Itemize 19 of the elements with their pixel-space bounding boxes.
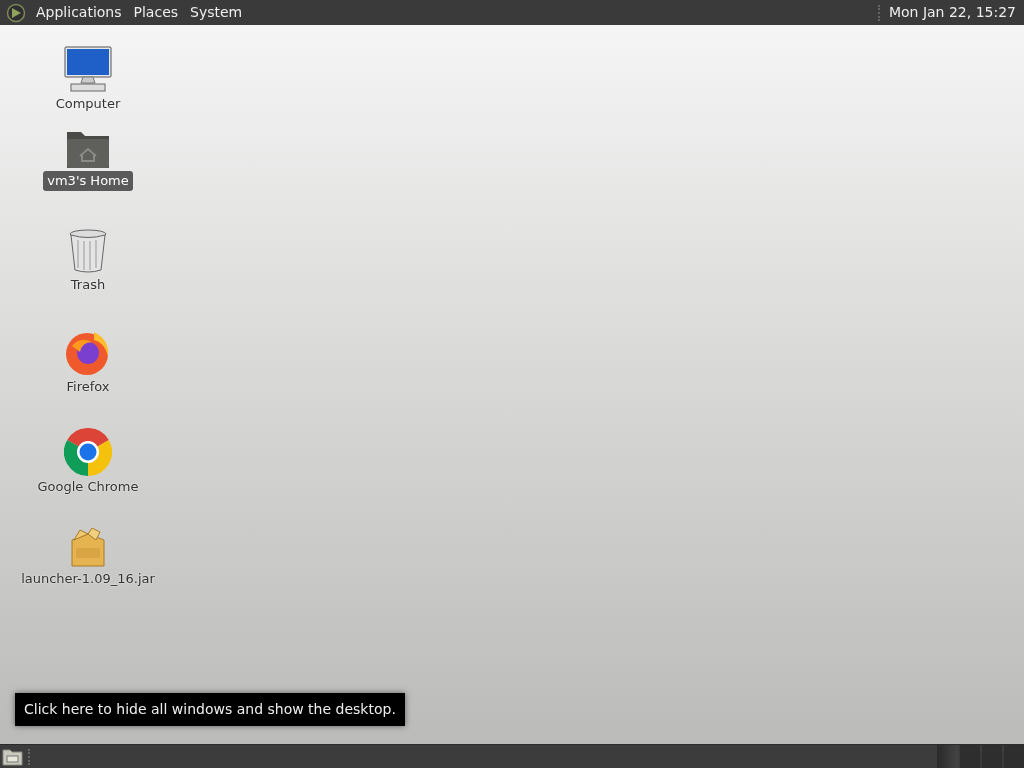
icon-label[interactable]: Computer bbox=[51, 94, 125, 114]
icon-label[interactable]: vm3's Home bbox=[43, 171, 133, 191]
package-icon[interactable] bbox=[70, 528, 106, 568]
app-menu-icon[interactable] bbox=[6, 2, 26, 23]
clock[interactable]: Mon Jan 22, 15:27 bbox=[888, 2, 1024, 23]
tooltip: Click here to hide all windows and show the desktop. bbox=[15, 693, 405, 726]
show-desktop-icon[interactable] bbox=[2, 747, 23, 766]
panel-handle[interactable] bbox=[28, 748, 31, 765]
menu-item[interactable]: System bbox=[186, 2, 247, 23]
chrome-icon[interactable] bbox=[64, 428, 112, 476]
icon-label[interactable]: Google Chrome bbox=[33, 477, 143, 497]
menu-item[interactable]: Places bbox=[129, 2, 183, 23]
icon-label[interactable]: launcher-1.09_16.jar bbox=[17, 569, 159, 589]
trash-icon[interactable] bbox=[68, 228, 108, 274]
panel-handle[interactable] bbox=[877, 4, 881, 21]
icon-label[interactable]: Firefox bbox=[62, 377, 114, 397]
icon-label[interactable]: Trash bbox=[66, 275, 110, 295]
menu-item[interactable]: Applications bbox=[32, 2, 126, 23]
computer-icon[interactable] bbox=[63, 45, 113, 93]
